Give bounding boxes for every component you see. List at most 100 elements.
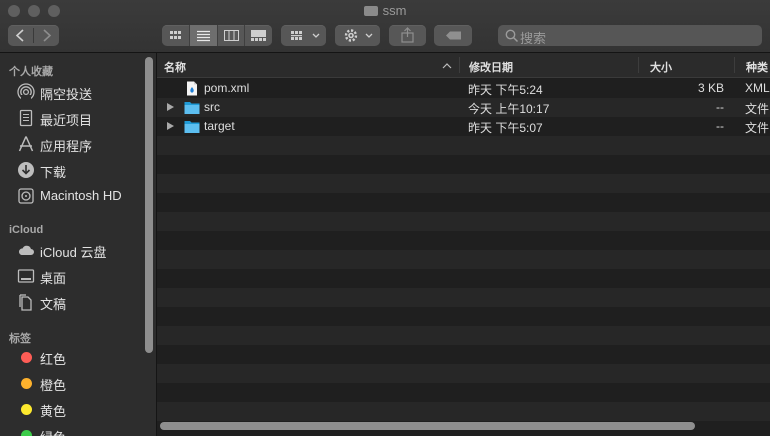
tag-green-dot-icon [21, 430, 32, 436]
sidebar-tag-orange[interactable]: 橙色 [8, 371, 143, 395]
sidebar-item-label: iCloud 云盘 [40, 245, 107, 260]
share-icon [401, 27, 414, 43]
empty-row [157, 136, 770, 155]
applications-icon [18, 136, 34, 152]
search-placeholder: 搜索 [520, 31, 547, 46]
icon-view-icon [170, 31, 181, 39]
sidebar-tag-red[interactable]: 红色 [8, 345, 143, 369]
table-row[interactable]: target 昨天 下午5:07 -- 文件 [157, 117, 770, 136]
file-kind: XML [745, 81, 770, 95]
hard-drive-icon [18, 188, 34, 204]
file-kind: 文件 [745, 121, 770, 135]
back-forward-buttons [8, 25, 59, 46]
gallery-view-icon [251, 30, 267, 41]
search-input[interactable]: 搜索 [498, 25, 762, 46]
toolbar: ssm 搜索 [0, 0, 770, 53]
file-size: -- [716, 119, 724, 133]
folder-icon [363, 6, 378, 16]
disclosure-triangle-icon[interactable] [167, 103, 174, 111]
file-name: src [204, 100, 220, 114]
action-gear-icon [344, 29, 373, 42]
icloud-icon [18, 245, 34, 255]
sidebar-item-applications[interactable]: 应用程序 [8, 132, 143, 156]
tag-red-dot-icon [21, 352, 32, 363]
sidebar-item-downloads[interactable]: 下载 [8, 158, 143, 182]
folder-icon [184, 121, 200, 133]
disclosure-triangle-icon[interactable] [167, 122, 174, 130]
forward-button[interactable] [34, 25, 59, 46]
window-title: ssm [0, 3, 770, 18]
tag-yellow-dot-icon [21, 404, 32, 415]
empty-row [157, 212, 770, 231]
sidebar-scrollbar[interactable] [145, 57, 153, 353]
empty-row [157, 193, 770, 212]
sidebar-tag-yellow[interactable]: 黄色 [8, 397, 143, 421]
file-size: -- [716, 100, 724, 114]
airdrop-icon [17, 83, 35, 101]
sidebar-item-label: 应用程序 [40, 139, 93, 154]
table-row[interactable]: src 今天 上午10:17 -- 文件 [157, 98, 770, 117]
back-icon [15, 29, 24, 42]
sidebar-item-airdrop[interactable]: 隔空投送 [8, 80, 143, 104]
sort-ascending-icon[interactable] [442, 63, 452, 69]
sidebar-item-icloud-drive[interactable]: iCloud 云盘 [8, 238, 143, 262]
desktop-icon [17, 269, 35, 283]
empty-row [157, 307, 770, 326]
column-header-kind[interactable]: 种类 [746, 59, 768, 75]
share-button[interactable] [389, 25, 426, 46]
empty-row [157, 269, 770, 288]
sidebar-item-label: Macintosh HD [40, 188, 122, 203]
empty-row [157, 288, 770, 307]
documents-icon [19, 294, 32, 311]
empty-row [157, 402, 770, 421]
gallery-view-button[interactable] [245, 25, 272, 46]
tag-icon [446, 31, 461, 40]
file-modified: 昨天 下午5:07 [468, 121, 543, 135]
sidebar-tag-green[interactable]: 绿色 [8, 423, 143, 436]
group-by-button[interactable] [281, 25, 326, 46]
sidebar-item-label: 黄色 [40, 404, 67, 419]
view-mode-segmented-control [162, 25, 272, 46]
column-header-modified[interactable]: 修改日期 [469, 59, 513, 75]
empty-row [157, 383, 770, 402]
column-header-name[interactable]: 名称 [164, 59, 186, 75]
file-kind: 文件 [745, 102, 770, 116]
sidebar-item-label: 绿色 [40, 427, 66, 436]
tag-orange-dot-icon [21, 378, 32, 389]
sidebar-item-label: 橙色 [40, 378, 67, 393]
action-button[interactable] [335, 25, 380, 46]
sidebar-header-tags: 标签 [9, 333, 31, 345]
sidebar: 个人收藏 隔空投送 最近项目 应用程序 下载 Macintosh HD iClo… [0, 53, 157, 436]
file-name: pom.xml [204, 81, 250, 95]
sidebar-item-desktop[interactable]: 桌面 [8, 264, 143, 288]
recents-icon [19, 109, 33, 127]
empty-row [157, 250, 770, 269]
column-view-button[interactable] [218, 25, 246, 46]
sidebar-item-documents[interactable]: 文稿 [8, 290, 143, 314]
sidebar-item-label: 红色 [40, 352, 67, 367]
edit-tags-button[interactable] [434, 25, 472, 46]
list-view-icon [196, 30, 210, 42]
sidebar-item-macintosh-hd[interactable]: Macintosh HD [8, 184, 143, 208]
back-button[interactable] [8, 25, 33, 46]
file-modified: 今天 上午10:17 [468, 102, 550, 116]
sidebar-header-favorites: 个人收藏 [9, 66, 53, 78]
empty-row [157, 155, 770, 174]
sidebar-item-label: 桌面 [40, 271, 67, 286]
sidebar-header-icloud: iCloud [9, 224, 44, 236]
window-title-text: ssm [382, 3, 407, 18]
table-row[interactable]: pom.xml 昨天 下午5:24 3 KB XML [157, 79, 770, 98]
horizontal-scrollbar[interactable] [160, 422, 695, 430]
folder-icon [184, 102, 200, 114]
search-icon [505, 29, 519, 43]
sidebar-item-recents[interactable]: 最近项目 [8, 106, 143, 130]
sidebar-item-label: 下载 [40, 165, 67, 180]
list-view-button[interactable] [189, 25, 218, 46]
icon-view-button[interactable] [162, 25, 190, 46]
file-list: 名称 修改日期 大小 种类 pom.xml 昨天 下午5:24 3 KB XML [157, 53, 770, 436]
list-header: 名称 修改日期 大小 种类 [157, 53, 770, 78]
empty-row [157, 364, 770, 383]
group-icon [291, 31, 320, 40]
finder-window: ssm 搜索 个人收藏 隔空投送 最近项目 应用程序 下载 Macintosh … [0, 0, 770, 436]
column-header-size[interactable]: 大小 [650, 59, 672, 75]
